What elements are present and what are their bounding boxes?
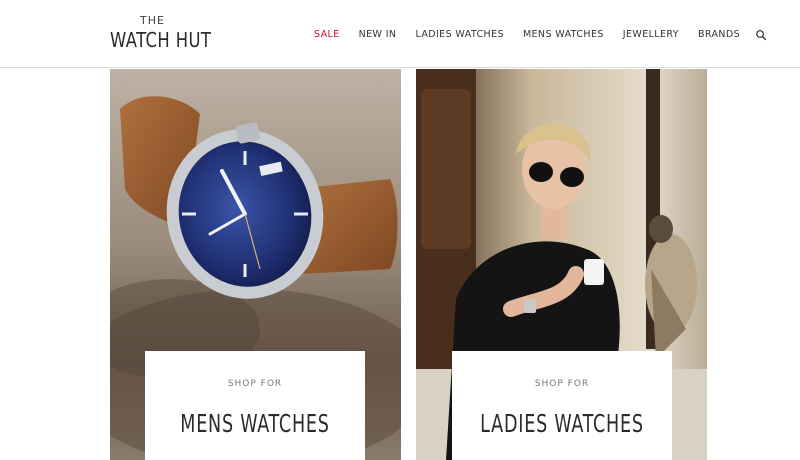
ladies-watches-tile[interactable]: SHOP FOR LADIES WATCHES (416, 69, 707, 460)
nav-item-brands[interactable]: BRANDS (698, 29, 740, 40)
nav-item-new-in[interactable]: NEW IN (359, 29, 397, 40)
mens-watches-tile[interactable]: SHOP FOR MENS WATCHES (110, 69, 401, 460)
logo-main-text: WATCH HUT (110, 28, 212, 52)
logo-top-text: THE (140, 14, 165, 27)
nav-item-jewellery[interactable]: JEWELLERY (623, 29, 679, 40)
ladies-card: SHOP FOR LADIES WATCHES (452, 351, 672, 460)
site-logo[interactable]: THE WATCH HUT (110, 12, 211, 56)
nav-item-sale[interactable]: SALE (314, 29, 340, 40)
nav-item-mens-watches[interactable]: MENS WATCHES (523, 29, 604, 40)
main-nav: SALE NEW IN LADIES WATCHES MENS WATCHES … (314, 28, 767, 41)
mens-card-eyebrow: SHOP FOR (227, 379, 283, 389)
mens-card: SHOP FOR MENS WATCHES (145, 351, 365, 460)
nav-item-ladies-watches[interactable]: LADIES WATCHES (415, 29, 503, 40)
mens-card-title: MENS WATCHES (180, 409, 330, 438)
ladies-card-eyebrow: SHOP FOR (534, 379, 590, 389)
ladies-card-title: LADIES WATCHES (480, 409, 644, 438)
search-icon[interactable] (755, 28, 767, 41)
site-header: THE WATCH HUT SALE NEW IN LADIES WATCHES… (0, 0, 800, 68)
